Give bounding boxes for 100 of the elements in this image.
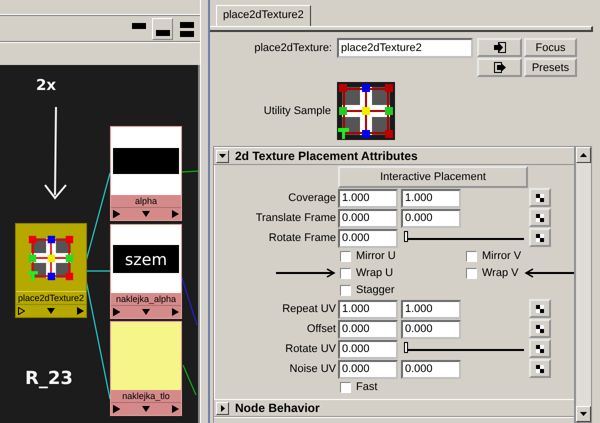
input-port-icon[interactable] — [113, 210, 120, 218]
checkbox[interactable] — [340, 268, 351, 278]
slider-track[interactable] — [404, 341, 524, 351]
node-label: naklejka_tlo — [111, 390, 181, 402]
checkbox-label: Fast — [356, 381, 378, 393]
copy-tab-button[interactable]: Focus — [524, 38, 577, 57]
scroll-down-icon[interactable] — [580, 412, 587, 416]
dropdown-icon[interactable] — [47, 308, 55, 314]
output-port-icon[interactable] — [172, 308, 179, 316]
attribute-label: Rotate UV — [284, 343, 336, 355]
value-field[interactable]: 0.000 — [401, 360, 461, 378]
name-field[interactable]: place2dTexture2 — [337, 38, 473, 58]
connection-line — [180, 170, 198, 173]
graph-node[interactable]: alpha — [110, 126, 182, 221]
connection-line — [180, 274, 198, 326]
checkbox[interactable] — [466, 268, 477, 278]
value-field[interactable]: 1.000 — [401, 188, 461, 208]
attribute-label: Translate Frame — [254, 212, 336, 224]
checkbox-label: Stagger — [356, 284, 395, 296]
map-button[interactable] — [529, 299, 551, 318]
value-field[interactable]: 0.000 — [338, 228, 398, 248]
checkbox-label: Wrap V — [482, 267, 518, 279]
value-field[interactable]: 0.000 — [338, 208, 398, 228]
slider-thumb[interactable] — [404, 342, 408, 353]
output-port-icon[interactable] — [172, 210, 179, 218]
load-attributes-button[interactable] — [477, 38, 522, 57]
editor-tab[interactable]: place2dTexture2 — [216, 5, 311, 26]
map-button[interactable] — [529, 319, 551, 338]
node-label: place2dTexture2 — [16, 291, 86, 304]
node-label: naklejka_alpha — [111, 293, 181, 305]
slider-thumb[interactable] — [404, 231, 408, 242]
value-field[interactable]: 0.000 — [401, 208, 461, 228]
exit-icon — [494, 62, 506, 73]
graph-node[interactable]: szem naklejka_alpha — [110, 224, 182, 319]
attribute-label: Rotate Frame — [268, 232, 336, 244]
connection-line — [182, 364, 197, 396]
scrollbar[interactable] — [575, 146, 592, 423]
annotation-text: 2x — [36, 76, 56, 94]
layout-icon[interactable] — [152, 18, 173, 40]
sample-label: Utility Sample — [262, 105, 331, 117]
checkbox-label: Wrap U — [356, 267, 394, 279]
attribute-label: Noise UV — [288, 363, 336, 375]
value-field[interactable]: 0.000 — [401, 320, 461, 338]
attribute-label: Coverage — [287, 192, 336, 204]
map-button[interactable] — [529, 228, 551, 247]
name-label: place2dTexture: — [253, 41, 332, 54]
dropdown-icon[interactable] — [142, 211, 150, 217]
checker-icon — [536, 194, 544, 202]
dropdown-icon[interactable] — [142, 309, 150, 315]
slider-track[interactable] — [404, 230, 524, 240]
arrow-icon — [44, 106, 67, 200]
output-port-icon[interactable] — [172, 405, 179, 413]
value-field[interactable]: 0.000 — [338, 360, 398, 378]
checkbox[interactable] — [466, 250, 477, 262]
connection-line — [85, 270, 110, 272]
scroll-up-icon[interactable] — [580, 153, 587, 157]
splitter-bar[interactable] — [200, 0, 210, 423]
color-swatch — [111, 322, 181, 390]
value-field[interactable]: 0.000 — [338, 340, 398, 358]
map-button[interactable] — [529, 339, 551, 358]
expand-icon — [220, 404, 224, 412]
swatch-text: szem — [113, 245, 179, 273]
section-header[interactable]: 2d Texture Placement Attributes — [214, 147, 574, 165]
checkbox-label: Mirror V — [482, 250, 522, 262]
input-port-icon[interactable] — [113, 308, 120, 316]
value-field[interactable]: 1.000 — [338, 188, 398, 208]
dropdown-icon[interactable] — [142, 406, 150, 412]
checkbox[interactable] — [340, 250, 351, 262]
checker-icon — [536, 364, 544, 372]
checkbox-label: Mirror U — [356, 250, 396, 262]
enter-icon — [494, 42, 506, 53]
checker-icon — [536, 304, 544, 312]
checkbox[interactable] — [340, 284, 351, 296]
attribute-label: Offset — [306, 323, 336, 335]
section-header[interactable]: Node Behavior — [214, 399, 574, 417]
checker-icon — [536, 214, 544, 222]
map-button[interactable] — [529, 208, 551, 227]
utility-sample-swatch — [337, 82, 395, 140]
collapse-icon — [219, 154, 226, 158]
graph-node[interactable]: place2dTexture2 — [15, 223, 87, 318]
value-field[interactable]: 1.000 — [338, 300, 398, 318]
exit-button[interactable] — [477, 58, 522, 77]
node-label: alpha — [111, 195, 181, 207]
map-button[interactable] — [529, 359, 551, 378]
value-field[interactable]: 1.000 — [401, 300, 461, 318]
input-port-icon[interactable] — [18, 307, 25, 315]
checker-icon — [536, 324, 544, 332]
interactive-placement-button[interactable]: Interactive Placement — [338, 166, 528, 188]
bar-swatch — [113, 148, 179, 174]
map-button[interactable] — [529, 188, 551, 207]
presets-button[interactable]: Presets — [524, 58, 577, 77]
checkbox[interactable] — [340, 382, 351, 392]
attribute-label: Repeat UV — [281, 303, 336, 315]
graph-node[interactable]: naklejka_tlo — [110, 321, 182, 416]
input-port-icon[interactable] — [113, 405, 120, 413]
checker-icon — [536, 234, 544, 242]
annotation-text: R_23 — [25, 368, 73, 389]
value-field[interactable]: 0.000 — [338, 320, 398, 338]
output-port-icon[interactable] — [77, 307, 84, 315]
checker-icon — [536, 344, 544, 352]
